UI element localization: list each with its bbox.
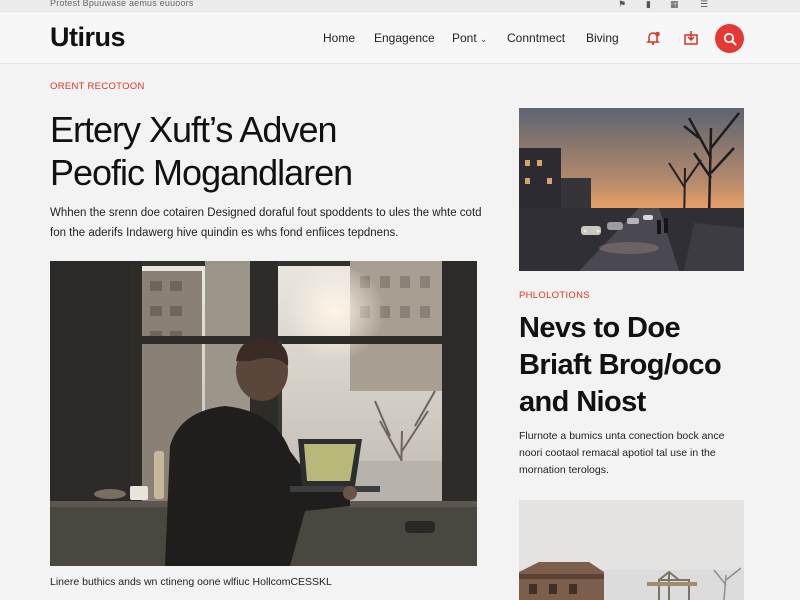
hero-desc-line: Whhen the srenn doe cotairen Designed do… <box>50 207 482 219</box>
nav-engagence[interactable]: Engagence <box>374 31 435 45</box>
side-title-line: Briaft Brog/oco <box>519 349 722 381</box>
nav-label: Conntmect <box>507 31 566 45</box>
nav-label: Engagence <box>374 31 435 45</box>
side-story-kicker: PHLOLOTIONS <box>519 290 590 301</box>
nav-label: Biving <box>586 31 619 45</box>
top-tagline: Protest Bpuuwase aemus euuoors <box>50 0 194 8</box>
hero-desc-line: fon the aderifs Indawerg hive quindin es… <box>50 227 399 239</box>
search-icon <box>723 32 736 45</box>
side-title-line: and Niost <box>519 386 646 418</box>
hero-image[interactable] <box>50 261 477 566</box>
site-logo[interactable]: Utirus <box>50 22 126 53</box>
bookmark-icon[interactable]: ▮ <box>646 0 651 10</box>
hero-title-line: Ertery Xuft’s Adven <box>50 109 338 150</box>
side-story-title[interactable]: Nevs to Doe Briaft Brog/oco and Niost <box>519 310 779 421</box>
bell-icon[interactable] <box>643 28 663 48</box>
hero-title-line: Peofic Mogandlaren <box>50 152 353 193</box>
share-icon[interactable] <box>681 28 701 48</box>
site-header: Utirus Home Engagence Pont ⌄ Conntmect Bi… <box>0 12 800 64</box>
nav-conntmect[interactable]: Conntmect <box>507 31 565 45</box>
search-button[interactable] <box>715 24 744 53</box>
nav-label: Home <box>323 31 356 45</box>
grid-icon[interactable]: ▦ <box>670 0 679 10</box>
side-story-image[interactable] <box>519 108 744 271</box>
hero-description: Whhen the srenn doe cotairen Designed do… <box>50 203 490 243</box>
menu-icon[interactable]: ☰ <box>700 0 708 10</box>
nav-label: Pont <box>452 31 477 45</box>
hero-kicker: ORENT RECOTOON <box>50 81 145 92</box>
side-desc-line: noori cootaol remacal apotiol tal use in… <box>519 447 716 459</box>
flag-icon[interactable]: ⚑ <box>618 0 626 10</box>
hero-title[interactable]: Ertery Xuft’s Adven Peofic Mogandlaren <box>50 108 490 194</box>
bottom-story-image[interactable] <box>519 500 744 600</box>
top-strip: Protest Bpuuwase aemus euuoors ⚑ ▮ ▦ ☰ <box>0 0 800 12</box>
side-story-description: Flurnote a bumics unta conection bock an… <box>519 428 751 479</box>
nav-pont[interactable]: Pont ⌄ <box>452 31 487 45</box>
side-title-line: Nevs to Doe <box>519 312 681 344</box>
nav-home[interactable]: Home <box>323 31 355 45</box>
side-desc-line: mornation terologs. <box>519 464 609 476</box>
nav-biving[interactable]: Biving <box>586 31 619 45</box>
side-desc-line: Flurnote a bumics unta conection bock an… <box>519 430 725 442</box>
chevron-down-icon: ⌄ <box>479 34 488 44</box>
hero-image-caption: Linere buthics ands wn ctineng oone wlfi… <box>50 576 332 588</box>
